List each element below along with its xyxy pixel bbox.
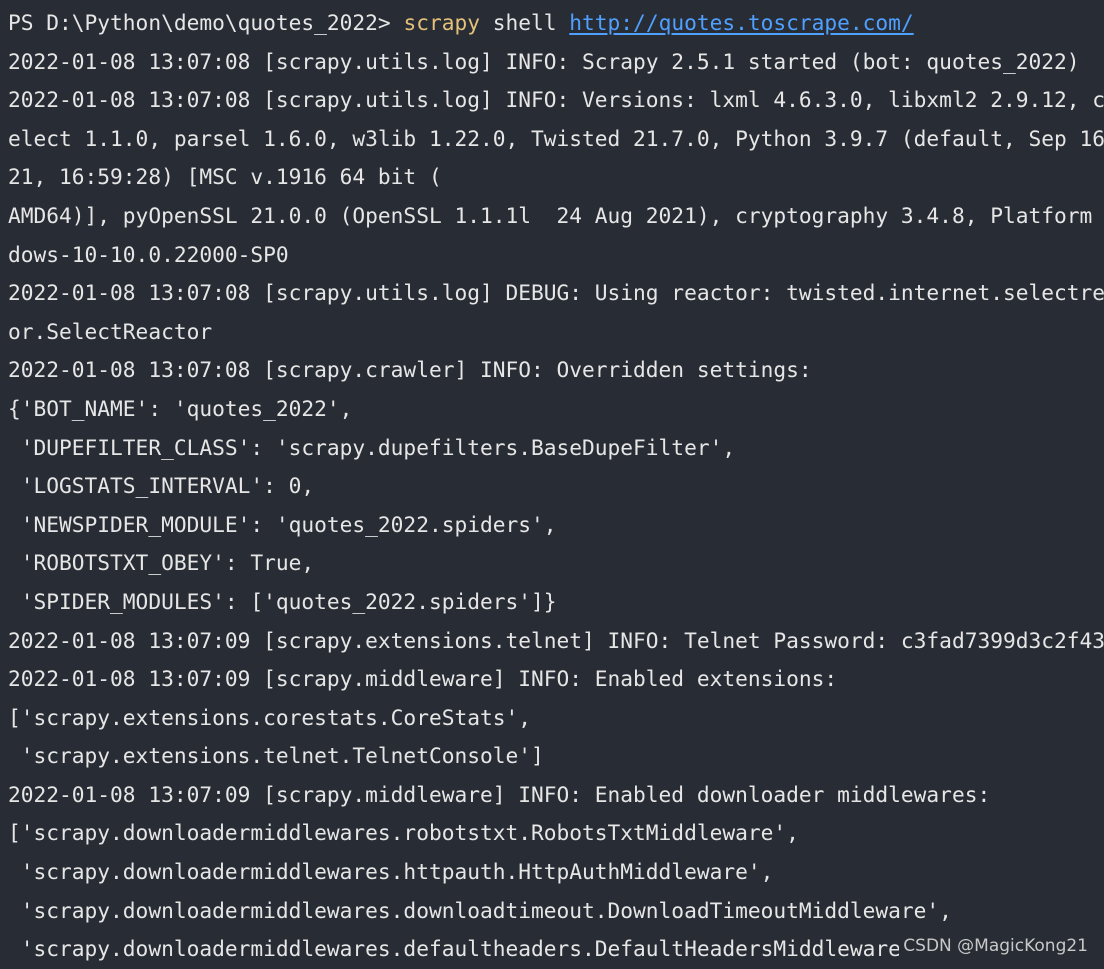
log-line: 2022-01-08 13:07:09 [scrapy.middleware] … — [8, 666, 838, 692]
log-line: 'DUPEFILTER_CLASS': 'scrapy.dupefilters.… — [8, 434, 736, 460]
log-line: 2022-01-08 13:07:08 [scrapy.utils.log] I… — [8, 48, 1080, 74]
log-line: 2022-01-08 13:07:08 [scrapy.utils.log] D… — [8, 280, 1104, 306]
log-line: 'scrapy.downloadermiddlewares.httpauth.H… — [8, 859, 774, 885]
log-line: AMD64)], pyOpenSSL 21.0.0 (OpenSSL 1.1.1… — [8, 202, 1104, 228]
log-line: 'LOGSTATS_INTERVAL': 0, — [8, 473, 315, 499]
log-line: 'ROBOTSTXT_OBEY': True, — [8, 550, 315, 576]
log-line: 2022-01-08 13:07:08 [scrapy.crawler] INF… — [8, 357, 812, 383]
prompt-path: PS D:\Python\demo\quotes_2022> — [8, 10, 404, 35]
url-link[interactable]: http://quotes.toscrape.com/ — [569, 10, 913, 35]
command-args: shell — [479, 10, 570, 35]
watermark-text: CSDN @MagicKong21 — [899, 933, 1088, 959]
log-line: or.SelectReactor — [8, 318, 213, 344]
log-line: 2022-01-08 13:07:09 [scrapy.extensions.t… — [8, 627, 1104, 653]
command-name: scrapy — [403, 10, 480, 35]
log-line: 'scrapy.extensions.telnet.TelnetConsole'… — [8, 743, 544, 769]
log-line: 21, 16:59:28) [MSC v.1916 64 bit ( — [8, 164, 442, 190]
log-line: 'NEWSPIDER_MODULE': 'quotes_2022.spiders… — [8, 511, 557, 537]
log-line: {'BOT_NAME': 'quotes_2022', — [8, 395, 353, 421]
log-line: 'SPIDER_MODULES': ['quotes_2022.spiders'… — [8, 588, 557, 614]
log-line: ['scrapy.extensions.corestats.CoreStats'… — [8, 704, 531, 730]
prompt-line: PS D:\Python\demo\quotes_2022> scrapy sh… — [8, 4, 1104, 43]
terminal-output[interactable]: PS D:\Python\demo\quotes_2022> scrapy sh… — [8, 0, 1104, 965]
log-line: 'scrapy.downloadermiddlewares.downloadti… — [8, 897, 952, 923]
log-line: 2022-01-08 13:07:09 [scrapy.middleware] … — [8, 781, 991, 807]
log-line: elect 1.1.0, parsel 1.6.0, w3lib 1.22.0,… — [8, 125, 1104, 151]
log-line: dows-10-10.0.22000-SP0 — [8, 241, 289, 267]
log-line: ['scrapy.downloadermiddlewares.robotstxt… — [8, 820, 799, 846]
log-line: 2022-01-08 13:07:08 [scrapy.utils.log] I… — [8, 87, 1104, 113]
